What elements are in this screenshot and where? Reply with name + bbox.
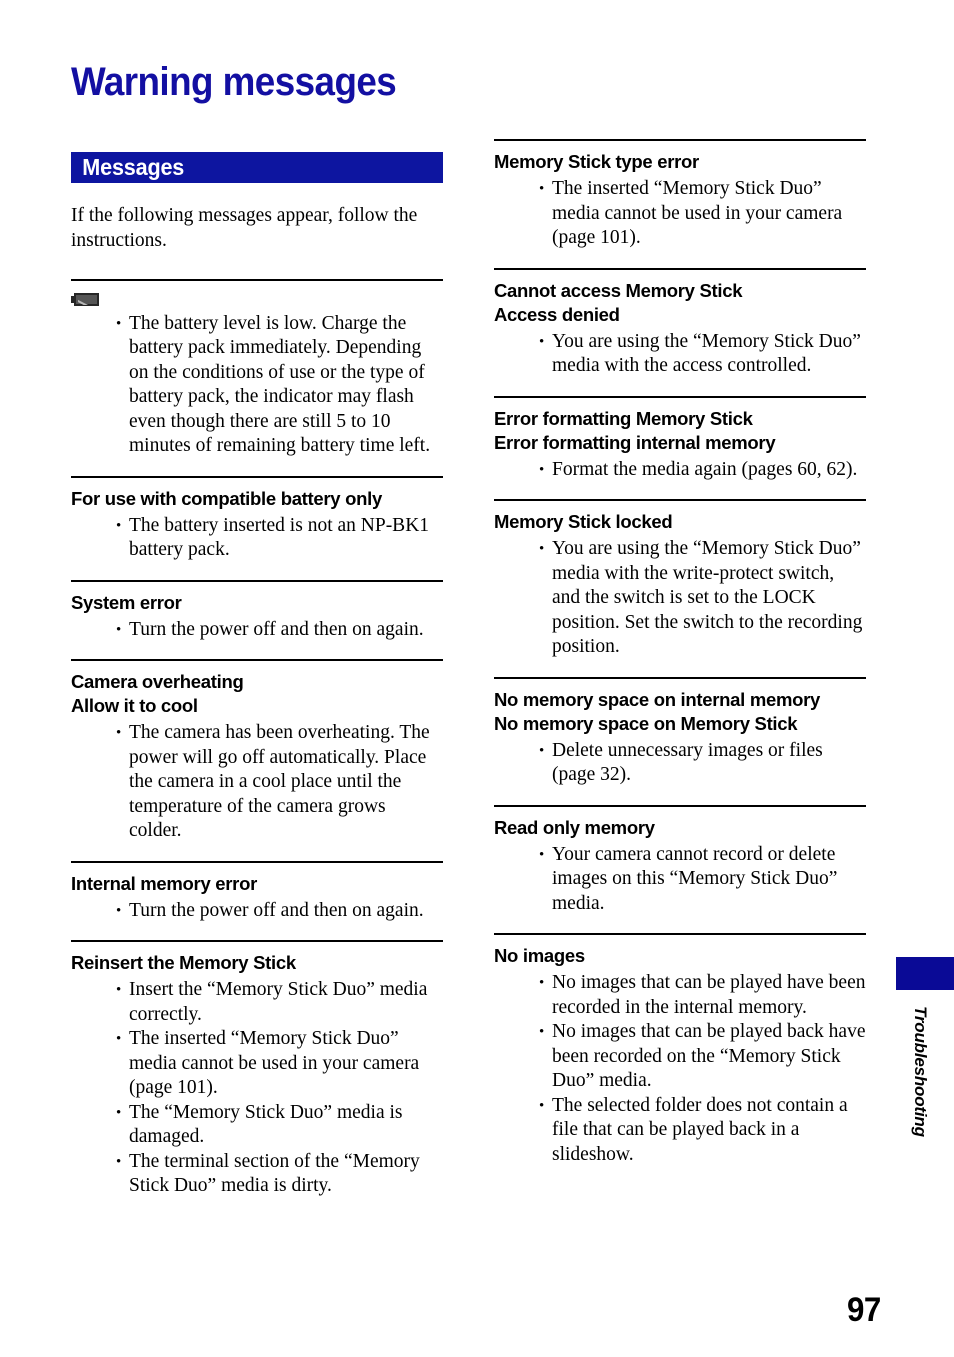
entry-bullet-list: The battery level is low. Charge the bat…: [71, 312, 443, 459]
bullet-item: The terminal section of the “Memory Stic…: [116, 1150, 443, 1199]
entry-icon-row: [71, 290, 443, 310]
entry-heading-line: Memory Stick locked: [494, 511, 673, 532]
entry-heading: Cannot access Memory Stick Access denied: [494, 279, 866, 327]
page-title: Warning messages: [71, 59, 397, 104]
bullet-item: You are using the “Memory Stick Duo” med…: [539, 537, 866, 660]
entry-heading: Reinsert the Memory Stick: [71, 951, 443, 975]
message-entry: Read only memory Your camera cannot recor…: [494, 804, 866, 917]
right-entry-list: Memory Stick type error The inserted “Mem…: [494, 139, 866, 1167]
entry-bullet-list: Insert the “Memory Stick Duo” media corr…: [71, 978, 443, 1199]
entry-bullet-list: The battery inserted is not an NP-BK1 ba…: [71, 514, 443, 563]
bullet-item: Format the media again (pages 60, 62).: [539, 458, 866, 483]
side-tab: Troubleshooting: [896, 957, 954, 1137]
entry-heading-line: Cannot access Memory Stick: [494, 279, 743, 301]
entry-heading-line: No images: [494, 945, 585, 966]
message-entry: For use with compatible battery only The …: [71, 475, 443, 563]
side-tab-label: Troubleshooting: [911, 1006, 930, 1137]
entry-heading-line: No memory space on Memory Stick: [494, 712, 798, 734]
entry-heading-line: Allow it to cool: [71, 695, 198, 716]
bullet-item: The battery inserted is not an NP-BK1 ba…: [116, 514, 443, 563]
page-number: 97: [847, 1291, 881, 1329]
entry-heading-line: Memory Stick type error: [494, 151, 699, 172]
section-header-bar: Messages: [71, 152, 443, 183]
message-entry: Internal memory error Turn the power off …: [71, 860, 443, 924]
message-entry: The battery level is low. Charge the bat…: [71, 278, 443, 459]
entry-heading-line: Error formatting Memory Stick: [494, 407, 753, 429]
bullet-item: Insert the “Memory Stick Duo” media corr…: [116, 978, 443, 1027]
entry-heading-line: Error formatting internal memory: [494, 431, 776, 453]
bullet-item: The inserted “Memory Stick Duo” media ca…: [539, 177, 866, 251]
entry-heading: Read only memory: [494, 816, 866, 840]
bullet-item: The selected folder does not contain a f…: [539, 1094, 866, 1168]
entry-heading-line: Internal memory error: [71, 872, 257, 894]
entry-bullet-list: Turn the power off and then on again.: [71, 899, 443, 924]
entry-bullet-list: No images that can be played have been r…: [494, 971, 866, 1167]
entry-heading-line: Access denied: [494, 303, 620, 325]
bullet-item: The inserted “Memory Stick Duo” media ca…: [116, 1027, 443, 1101]
bullet-item: Turn the power off and then on again.: [116, 618, 443, 643]
entry-bullet-list: Delete unnecessary images or files (page…: [494, 739, 866, 788]
entry-heading-line: Camera overheating: [71, 671, 244, 692]
entry-bullet-list: Turn the power off and then on again.: [71, 618, 443, 643]
intro-paragraph: If the following messages appear, follow…: [71, 204, 418, 251]
entry-heading: For use with compatible battery only: [71, 487, 443, 511]
message-entry: Error formatting Memory Stick Error forma…: [494, 395, 866, 483]
message-entry: Cannot access Memory StickAccess deniedY…: [494, 267, 866, 379]
entry-heading-line: Read only memory: [494, 816, 655, 838]
bullet-item: You are using the “Memory Stick Duo” med…: [539, 330, 866, 379]
entry-heading: Camera overheating Allow it to cool: [71, 670, 443, 718]
entry-heading: Error formatting Memory Stick Error forma…: [494, 407, 866, 455]
message-entry: Reinsert the Memory Stick Insert the “Mem…: [71, 940, 443, 1199]
message-entry: No memory space on internal memory No mem…: [494, 676, 866, 788]
entry-bullet-list: The camera has been overheating. The pow…: [71, 721, 443, 844]
section-header-label: Messages: [82, 154, 185, 180]
bullet-item: The camera has been overheating. The pow…: [116, 721, 443, 844]
entry-heading: System error: [71, 591, 443, 615]
message-entry: Memory Stick locked You are using the “Me…: [494, 499, 866, 660]
entry-bullet-list: Format the media again (pages 60, 62).: [494, 458, 866, 483]
bullet-item: No images that can be played have been r…: [539, 971, 866, 1020]
entry-heading: Memory Stick locked: [494, 510, 866, 534]
entry-bullet-list: You are using the “Memory Stick Duo” med…: [494, 330, 866, 379]
bullet-item: No images that can be played back have b…: [539, 1020, 866, 1094]
entry-bullet-list: The inserted “Memory Stick Duo” media ca…: [494, 177, 866, 251]
message-entry: Camera overheating Allow it to cool The ca…: [71, 659, 443, 844]
message-entry: No images No images that can be played ha…: [494, 933, 866, 1167]
side-tab-swatch: [896, 957, 954, 990]
entry-bullet-list: Your camera cannot record or delete imag…: [494, 843, 866, 917]
bullet-item: The battery level is low. Charge the bat…: [116, 312, 443, 459]
entry-heading: Internal memory error: [71, 872, 443, 896]
left-entry-list: The battery level is low. Charge the bat…: [71, 278, 443, 1199]
message-entry: System error Turn the power off and then …: [71, 579, 443, 643]
bullet-item: The “Memory Stick Duo” media is damaged.: [116, 1101, 443, 1150]
bullet-item: Delete unnecessary images or files (page…: [539, 739, 866, 788]
entry-heading-line: System error: [71, 591, 182, 613]
message-entry: Memory Stick type error The inserted “Mem…: [494, 139, 866, 251]
entry-heading-line: For use with compatible battery only: [71, 487, 382, 509]
entry-heading-line: Reinsert the Memory Stick: [71, 952, 296, 973]
entry-heading: No memory space on internal memory No mem…: [494, 688, 866, 736]
entry-heading: No images: [494, 944, 866, 968]
bullet-item: Your camera cannot record or delete imag…: [539, 843, 866, 917]
bullet-item: Turn the power off and then on again.: [116, 899, 443, 924]
entry-heading-line: No memory space on internal memory: [494, 688, 820, 710]
document-page: Warning messages Messages If the followi…: [0, 0, 954, 1357]
entry-bullet-list: You are using the “Memory Stick Duo” med…: [494, 537, 866, 660]
entry-heading: Memory Stick type error: [494, 150, 866, 174]
battery-low-icon: [71, 293, 99, 306]
